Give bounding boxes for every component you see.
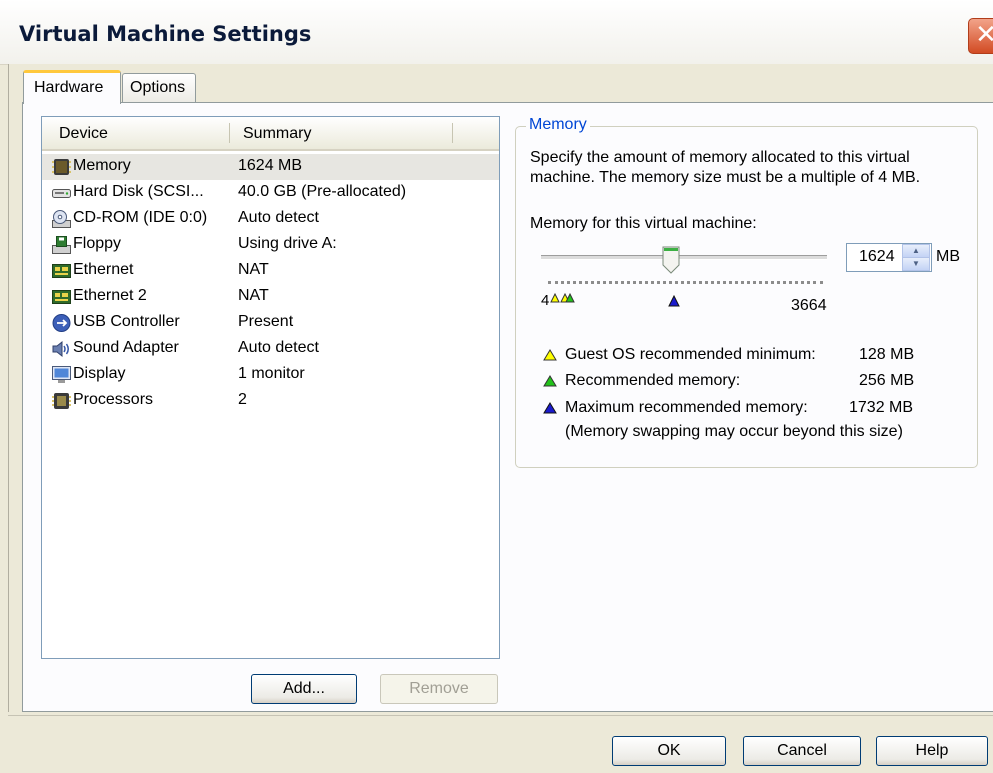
- device-name: Memory: [73, 157, 131, 174]
- device-summary: Using drive A:: [238, 235, 337, 252]
- cd-rom-icon: [52, 210, 71, 228]
- memory-slider-track[interactable]: [541, 255, 827, 260]
- device-summary: 40.0 GB (Pre-allocated): [238, 183, 407, 200]
- yellow-triangle-icon: [543, 349, 557, 361]
- device-name: USB Controller: [73, 313, 180, 330]
- display-icon: [52, 366, 71, 383]
- device-row-floppy[interactable]: Floppy Using drive A:: [42, 232, 499, 258]
- column-header-device[interactable]: Device: [59, 125, 108, 143]
- device-summary: 2: [238, 391, 247, 408]
- close-button[interactable]: ✕: [968, 18, 993, 54]
- tab-label: Hardware: [34, 79, 104, 96]
- memory-spinbox[interactable]: 1624 ▲ ▼: [846, 243, 932, 272]
- legend-label: Maximum recommended memory:: [565, 399, 808, 416]
- device-row-processors[interactable]: Processors 2: [42, 388, 499, 414]
- green-triangle-icon: [543, 375, 557, 387]
- device-summary: Auto detect: [238, 209, 319, 226]
- device-name: CD-ROM (IDE 0:0): [73, 209, 208, 226]
- memory-unit: MB: [936, 248, 960, 265]
- legend-value: 128 MB: [859, 346, 915, 363]
- device-row-cd-rom[interactable]: CD-ROM (IDE 0:0) Auto detect: [42, 206, 499, 232]
- column-header-summary[interactable]: Summary: [243, 125, 311, 143]
- max-recommended-marker: [668, 295, 680, 307]
- ethernet-icon: [52, 290, 71, 304]
- list-header: Device Summary: [42, 117, 499, 151]
- device-name: Ethernet 2: [73, 287, 147, 304]
- legend-value: 1732 MB: [849, 399, 914, 416]
- device-name: Display: [73, 365, 126, 382]
- memory-group-title: Memory: [526, 116, 590, 134]
- memory-scale-min: 4: [541, 292, 550, 309]
- chevron-up-icon: ▲: [912, 246, 920, 255]
- device-summary: 1 monitor: [238, 365, 305, 382]
- legend-value: 256 MB: [859, 372, 915, 389]
- ethernet-icon: [52, 264, 71, 278]
- add-button[interactable]: Add...: [251, 674, 357, 704]
- device-name: Floppy: [73, 235, 122, 252]
- device-summary: 1624 MB: [238, 157, 303, 174]
- device-row-usb-controller[interactable]: USB Controller Present: [42, 310, 499, 336]
- device-row-sound-adapter[interactable]: Sound Adapter Auto detect: [42, 336, 499, 362]
- tab-options[interactable]: Options: [122, 73, 196, 102]
- usb-icon: [52, 314, 71, 332]
- remove-button[interactable]: Remove: [380, 674, 498, 704]
- help-button[interactable]: Help: [876, 736, 988, 766]
- column-divider[interactable]: [452, 123, 453, 143]
- device-row-ethernet[interactable]: Ethernet NAT: [42, 258, 499, 284]
- recommended-marker-green: [565, 293, 575, 303]
- window: Virtual Machine Settings ✕ Hardware Opti…: [0, 0, 993, 773]
- memory-slider-ticks: [548, 281, 823, 284]
- device-list[interactable]: Device Summary Memory 1624 MB Hard Disk …: [41, 116, 500, 659]
- device-summary: NAT: [238, 261, 269, 278]
- device-row-hard-disk[interactable]: Hard Disk (SCSI... 40.0 GB (Pre-allocate…: [42, 180, 499, 206]
- column-divider[interactable]: [229, 123, 230, 143]
- swap-note: (Memory swapping may occur beyond this s…: [565, 423, 903, 440]
- chevron-down-icon: ▼: [912, 259, 920, 268]
- device-name: Ethernet: [73, 261, 134, 278]
- divider: [8, 715, 993, 716]
- close-icon: ✕: [975, 20, 993, 50]
- legend-label: Recommended memory:: [565, 372, 741, 389]
- memory-description: Specify the amount of memory allocated t…: [530, 149, 921, 186]
- memory-scale-max: 3664: [791, 297, 827, 314]
- device-name: Hard Disk (SCSI...: [73, 183, 204, 200]
- floppy-icon: [52, 236, 71, 254]
- blue-triangle-icon: [543, 402, 557, 414]
- ok-button[interactable]: OK: [612, 736, 726, 766]
- tab-hardware[interactable]: Hardware: [23, 70, 121, 104]
- device-summary: NAT: [238, 287, 269, 304]
- spin-down-button[interactable]: ▼: [902, 257, 930, 271]
- cancel-button[interactable]: Cancel: [743, 736, 861, 766]
- device-row-memory[interactable]: Memory 1624 MB: [42, 154, 499, 180]
- device-name: Processors: [73, 391, 154, 408]
- min-recommended-marker: [550, 293, 560, 303]
- spin-up-button[interactable]: ▲: [902, 244, 930, 258]
- device-summary: Auto detect: [238, 339, 319, 356]
- device-row-ethernet-2[interactable]: Ethernet 2 NAT: [42, 284, 499, 310]
- memory-slider-thumb[interactable]: [662, 246, 680, 274]
- device-row-display[interactable]: Display 1 monitor: [42, 362, 499, 388]
- title-bar: Virtual Machine Settings: [0, 0, 993, 65]
- hard-disk-icon: [52, 189, 71, 198]
- processor-icon: [52, 393, 71, 409]
- sound-icon: [52, 340, 69, 358]
- tab-label: Options: [130, 79, 186, 96]
- memory-value[interactable]: 1624: [859, 248, 895, 266]
- memory-field-label: Memory for this virtual machine:: [530, 215, 757, 232]
- legend-label: Guest OS recommended minimum:: [565, 346, 816, 363]
- device-summary: Present: [238, 313, 294, 330]
- device-name: Sound Adapter: [73, 339, 179, 356]
- memory-icon: [52, 159, 71, 175]
- window-title: Virtual Machine Settings: [19, 22, 312, 46]
